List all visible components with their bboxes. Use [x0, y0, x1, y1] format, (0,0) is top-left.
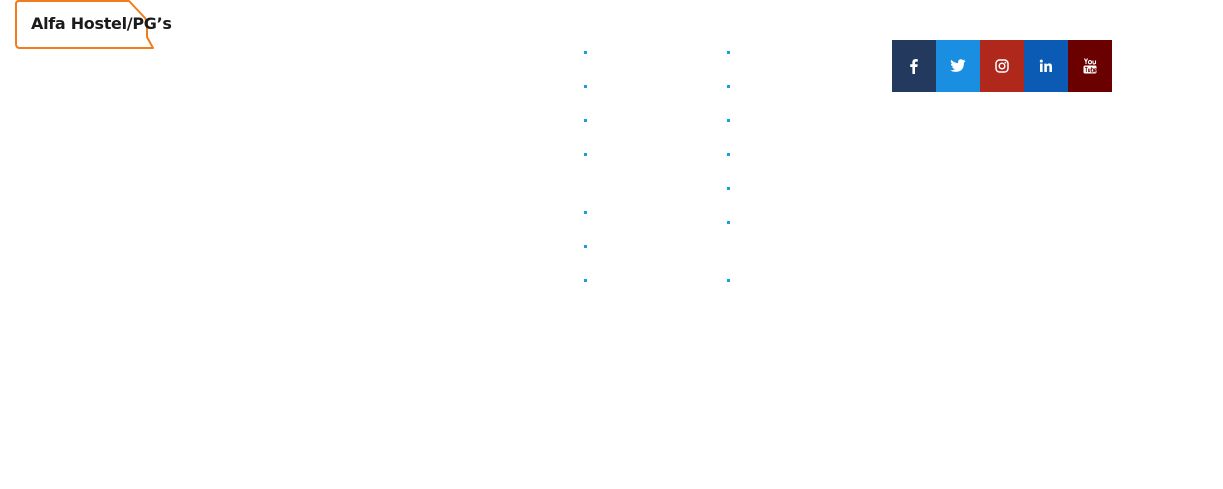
- bullet-dot: [727, 51, 730, 54]
- footer-link[interactable]: [584, 200, 684, 224]
- facebook-button[interactable]: [892, 40, 936, 92]
- footer-link[interactable]: [727, 40, 827, 64]
- bullet-dot: [584, 119, 587, 122]
- bullet-dot: [584, 245, 587, 248]
- twitter-icon: [950, 59, 966, 72]
- footer-link[interactable]: [584, 108, 684, 132]
- bullet-dot: [727, 221, 730, 224]
- bullet-dot: [584, 279, 587, 282]
- bullet-dot: [727, 279, 730, 282]
- footer-link[interactable]: [727, 108, 827, 132]
- footer-link[interactable]: [727, 142, 827, 166]
- youtube-icon: [1083, 58, 1097, 74]
- bullet-dot: [727, 119, 730, 122]
- social-links: [892, 40, 1112, 92]
- footer-link[interactable]: [584, 142, 684, 166]
- footer-link[interactable]: [584, 40, 684, 64]
- bullet-dot: [727, 85, 730, 88]
- instagram-button[interactable]: [980, 40, 1024, 92]
- footer-link[interactable]: [584, 268, 684, 292]
- linkedin-button[interactable]: [1024, 40, 1068, 92]
- footer-link[interactable]: [727, 74, 827, 98]
- brand-logo[interactable]: Alfa Hostel/PG’s: [15, 0, 172, 50]
- instagram-icon: [995, 59, 1009, 73]
- footer-link[interactable]: [584, 74, 684, 98]
- brand-name: Alfa Hostel/PG’s: [31, 14, 172, 33]
- footer-link[interactable]: [727, 176, 827, 200]
- facebook-icon: [910, 59, 918, 74]
- bullet-dot: [584, 85, 587, 88]
- bullet-dot: [584, 51, 587, 54]
- footer-link[interactable]: [727, 268, 827, 292]
- footer-link[interactable]: [584, 234, 684, 258]
- bullet-dot: [584, 211, 587, 214]
- bullet-dot: [727, 187, 730, 190]
- bullet-dot: [584, 153, 587, 156]
- youtube-button[interactable]: [1068, 40, 1112, 92]
- footer-links-column-2: [727, 40, 827, 292]
- footer-links-column-1: [584, 40, 684, 292]
- twitter-button[interactable]: [936, 40, 980, 92]
- linkedin-icon: [1039, 59, 1052, 72]
- bullet-dot: [727, 153, 730, 156]
- footer-link[interactable]: [727, 210, 827, 234]
